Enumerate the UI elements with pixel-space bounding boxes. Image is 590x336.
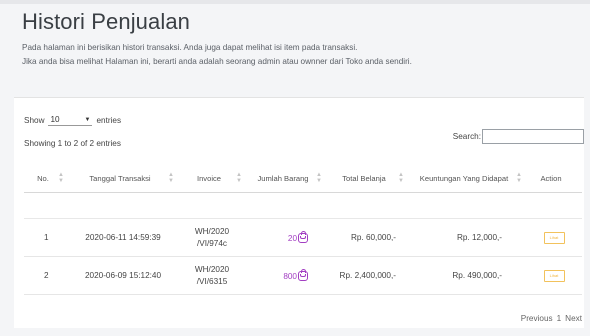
- column-header-quantity[interactable]: Jumlah Barang ▲ ▼: [246, 164, 326, 193]
- cell-action: Lihat: [526, 256, 582, 295]
- entries-label: entries: [96, 115, 122, 125]
- search-input[interactable]: [482, 129, 584, 144]
- sort-icon: ▲ ▼: [236, 172, 242, 184]
- column-header-action: Action: [526, 164, 582, 193]
- column-header-profit[interactable]: Keuntungan Yang Didapat ▲ ▼: [408, 164, 526, 193]
- view-button[interactable]: Lihat: [543, 231, 565, 244]
- cell-total: Rp. 60,000,-: [326, 218, 408, 257]
- cell-invoice: WH/2020/VI/974c: [178, 218, 246, 257]
- table-info: Showing 1 to 2 of 2 entries: [24, 139, 121, 148]
- shopping-bag-icon[interactable]: [298, 268, 308, 281]
- page: Histori Penjualan Pada halaman ini beris…: [0, 0, 590, 336]
- pagination-page-1[interactable]: 1: [557, 314, 562, 323]
- table-row: 2 2020-06-09 15:12:40 WH/2020/VI/6315 80…: [24, 256, 582, 295]
- page-description-line-2: Jika anda bisa melihat Halaman ini, bera…: [22, 57, 412, 66]
- cell-date: 2020-06-09 15:12:40: [68, 256, 178, 295]
- top-divider: [0, 0, 590, 4]
- search-control: Search:: [453, 129, 584, 144]
- entries-select[interactable]: 10 ▼: [48, 114, 93, 126]
- cell-profit: Rp. 490,000,-: [408, 256, 526, 295]
- cell-quantity[interactable]: 800: [246, 256, 326, 295]
- column-header-no[interactable]: No. ▲ ▼: [24, 164, 68, 193]
- sort-icon: ▲ ▼: [168, 172, 174, 184]
- view-button[interactable]: Lihat: [543, 269, 565, 282]
- table-row: 1 2020-06-11 14:59:39 WH/2020/VI/974c 20…: [24, 218, 582, 257]
- sales-table: No. ▲ ▼ Tanggal Transaksi ▲ ▼ Invoice ▲ ▼ Juml…: [24, 164, 582, 295]
- cell-action: Lihat: [526, 218, 582, 257]
- cell-invoice: WH/2020/VI/6315: [178, 256, 246, 295]
- sales-history-card: Show 10 ▼ entries Showing 1 to 2 of 2 en…: [14, 97, 584, 328]
- cell-total: Rp. 2,400,000,-: [326, 256, 408, 295]
- pagination: Previous 1 Next: [521, 314, 582, 323]
- cell-profit: Rp. 12,000,-: [408, 218, 526, 257]
- cell-quantity[interactable]: 20: [246, 218, 326, 257]
- cell-no: 2: [24, 256, 68, 295]
- column-header-date[interactable]: Tanggal Transaksi ▲ ▼: [68, 164, 178, 193]
- page-title: Histori Penjualan: [22, 9, 191, 34]
- table-spacer-row: [24, 192, 582, 219]
- pagination-next[interactable]: Next: [565, 314, 582, 323]
- table-header-row: No. ▲ ▼ Tanggal Transaksi ▲ ▼ Invoice ▲ ▼ Juml…: [24, 164, 582, 193]
- sort-icon: ▲ ▼: [398, 172, 404, 184]
- shopping-bag-icon[interactable]: [298, 230, 308, 243]
- chevron-down-icon: ▼: [84, 116, 91, 123]
- sort-icon: ▲ ▼: [516, 172, 522, 184]
- search-label: Search:: [452, 132, 481, 141]
- pagination-previous[interactable]: Previous: [521, 314, 553, 323]
- sort-icon: ▲ ▼: [58, 172, 64, 184]
- cell-date: 2020-06-11 14:59:39: [68, 218, 178, 257]
- entries-length-control: Show 10 ▼ entries: [24, 114, 121, 126]
- entries-select-value: 10: [50, 115, 60, 124]
- page-description-line-1: Pada halaman ini berisikan histori trans…: [22, 43, 358, 52]
- show-label: Show: [24, 115, 45, 125]
- column-header-total[interactable]: Total Belanja ▲ ▼: [326, 164, 408, 193]
- sort-icon: ▲ ▼: [316, 172, 322, 184]
- cell-no: 1: [24, 218, 68, 257]
- column-header-invoice[interactable]: Invoice ▲ ▼: [178, 164, 246, 193]
